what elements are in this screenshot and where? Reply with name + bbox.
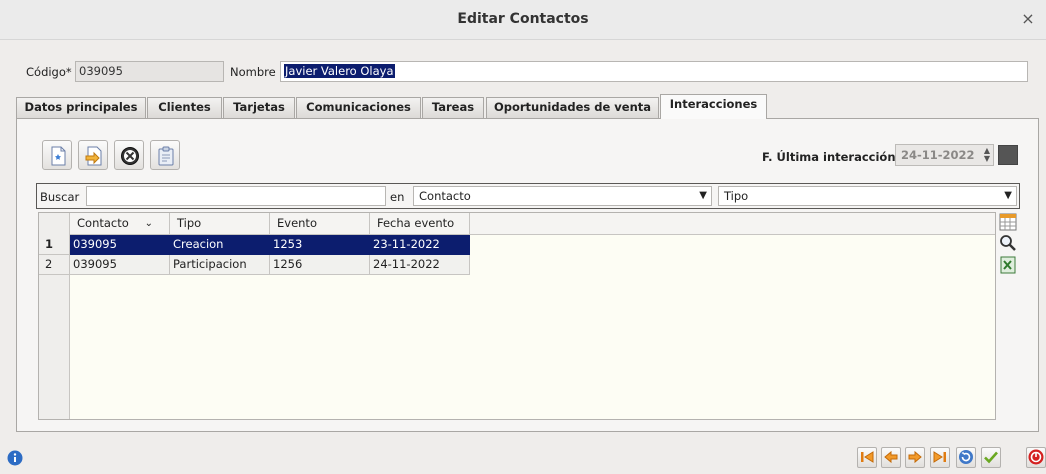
cell-tipo[interactable]: Participacion	[170, 255, 270, 275]
search-field-select-value: Contacto	[419, 189, 471, 203]
magnifier-icon[interactable]	[999, 234, 1017, 252]
previous-record-icon	[884, 450, 898, 464]
en-label: en	[390, 190, 405, 204]
chevron-down-icon: ▼	[1004, 190, 1012, 201]
refresh-icon	[959, 450, 973, 464]
codigo-field[interactable]: 039095	[75, 61, 224, 82]
nombre-label: Nombre	[230, 65, 276, 79]
tab-tareas[interactable]: Tareas	[422, 97, 484, 118]
ultima-interaccion-label: F. Última interacción	[762, 150, 896, 164]
ultima-interaccion-field[interactable]: 24-11-2022 ▲ ▼	[895, 144, 994, 166]
cell-evento[interactable]: 1256	[270, 255, 370, 275]
search-bar: Buscar en Contacto ▼ Tipo ▼	[36, 183, 1020, 209]
next-record-icon	[908, 450, 922, 464]
column-header-tipo[interactable]: Tipo	[170, 213, 270, 235]
delete-icon	[121, 147, 139, 165]
nombre-field[interactable]: Javier Valero Olaya	[280, 61, 1028, 82]
color-picker-button[interactable]	[998, 145, 1018, 165]
close-icon[interactable]: ×	[1020, 9, 1036, 28]
nombre-value: Javier Valero Olaya	[284, 64, 395, 78]
interacciones-table: Contacto ⌄ Tipo Evento Fecha evento 1 03…	[38, 212, 996, 420]
cell-contacto[interactable]: 039095	[70, 255, 170, 275]
type-select-value: Tipo	[724, 189, 749, 203]
refresh-button[interactable]	[956, 447, 976, 468]
first-record-button[interactable]	[857, 447, 877, 468]
tab-tarjetas[interactable]: Tarjetas	[223, 97, 295, 118]
columns-config-icon[interactable]	[999, 213, 1017, 231]
row-number[interactable]: 2	[39, 255, 70, 275]
spinner-arrows-icon[interactable]: ▲ ▼	[984, 147, 990, 163]
cancel-button[interactable]	[1026, 447, 1046, 468]
accept-button[interactable]	[981, 447, 1001, 468]
tab-oportunidades-de-venta[interactable]: Oportunidades de venta	[486, 97, 659, 118]
last-record-icon	[933, 451, 946, 463]
cancel-icon	[1028, 449, 1044, 465]
new-document-icon	[51, 146, 66, 166]
last-record-button[interactable]	[930, 447, 950, 468]
window-title: Editar Contactos	[457, 11, 589, 27]
tab-comunicaciones[interactable]: Comunicaciones	[296, 97, 421, 118]
tab-datos-principales[interactable]: Datos principales	[16, 97, 146, 118]
title-bar: Editar Contactos ×	[0, 0, 1046, 40]
chevron-down-icon: ▼	[699, 190, 707, 201]
search-input[interactable]	[86, 186, 386, 206]
clipboard-button[interactable]	[150, 140, 180, 170]
previous-record-button[interactable]	[881, 447, 901, 468]
tab-clientes[interactable]: Clientes	[147, 97, 222, 118]
excel-export-icon[interactable]	[999, 256, 1017, 274]
cell-tipo[interactable]: Creacion	[170, 235, 270, 255]
type-select[interactable]: Tipo ▼	[718, 186, 1017, 206]
next-record-button[interactable]	[905, 447, 925, 468]
cell-fecha-evento[interactable]: 24-11-2022	[370, 255, 470, 275]
sort-desc-icon: ⌄	[144, 218, 153, 229]
new-button[interactable]	[42, 140, 72, 170]
column-header-fecha-evento[interactable]: Fecha evento	[370, 213, 470, 235]
accept-icon	[984, 451, 998, 464]
info-icon[interactable]	[7, 450, 23, 469]
delete-button[interactable]	[114, 140, 144, 170]
column-header-contacto[interactable]: Contacto ⌄	[70, 213, 170, 235]
first-record-icon	[861, 451, 874, 463]
edit-document-icon	[85, 146, 102, 166]
row-number[interactable]: 1	[39, 235, 70, 255]
cell-evento[interactable]: 1253	[270, 235, 370, 255]
cell-contacto[interactable]: 039095	[70, 235, 170, 255]
clipboard-icon	[158, 146, 174, 166]
column-header-evento[interactable]: Evento	[270, 213, 370, 235]
ultima-interaccion-value: 24-11-2022	[901, 148, 975, 162]
buscar-label: Buscar	[40, 190, 80, 204]
codigo-label: Código*	[26, 65, 72, 79]
search-field-select[interactable]: Contacto ▼	[413, 186, 712, 206]
tab-interacciones[interactable]: Interacciones	[660, 94, 767, 119]
cell-fecha-evento[interactable]: 23-11-2022	[370, 235, 470, 255]
edit-button[interactable]	[78, 140, 108, 170]
